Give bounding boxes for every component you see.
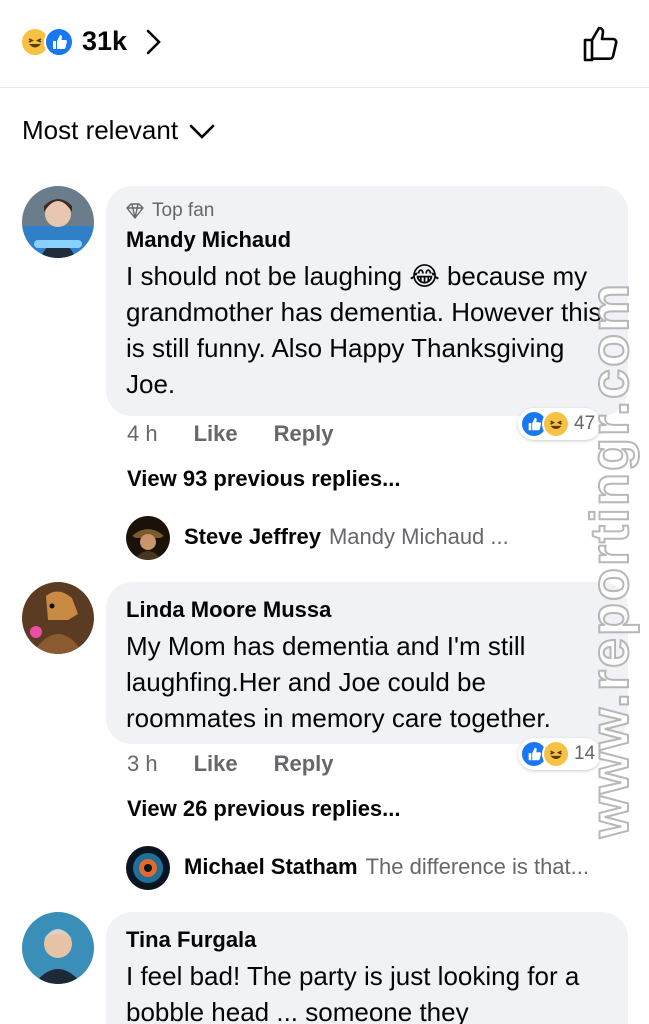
comment-author[interactable]: Linda Moore Mussa [126,596,608,624]
avatar[interactable] [22,912,94,984]
view-previous-replies[interactable]: View 93 previous replies... [127,466,401,492]
reply-preview[interactable]: Steve Jeffrey Mandy Michaud ... [126,524,509,550]
avatar[interactable] [22,186,94,258]
badge-label: Top fan [152,200,215,221]
reaction-count: 31k [82,26,128,56]
reactions-header: 31k [0,0,649,88]
reply-button[interactable]: Reply [274,421,334,447]
reply-author: Michael Statham [184,854,358,879]
diamond-icon [126,203,144,219]
comment-text: I feel bad! The party is just looking fo… [126,961,580,1024]
comment-author[interactable]: Mandy Michaud [126,226,608,254]
comment-text: I should not be laughing 😂 because my gr… [126,261,602,399]
haha-icon [542,740,570,768]
thumbs-up-outline-icon[interactable] [581,24,621,64]
view-previous-replies[interactable]: View 26 previous replies... [127,796,401,822]
watermark: www.reportingr.com [579,228,641,839]
like-button[interactable]: Like [194,751,238,777]
chevron-down-icon [189,124,215,139]
reply-author: Steve Jeffrey [184,524,321,549]
reply-snippet: Mandy Michaud ... [328,524,509,549]
comment-author[interactable]: Tina Furgala [126,926,608,954]
chevron-right-icon [146,29,161,54]
sort-label: Most relevant [22,115,179,145]
reply-snippet: The difference is that... [365,854,589,879]
comment-time: 3 h [127,751,158,776]
sort-dropdown[interactable]: Most relevant [22,115,216,146]
reply-preview[interactable]: Michael Statham The difference is that..… [126,854,589,880]
comment-bubble: Top fan Mandy Michaud I should not be la… [106,186,628,416]
comment-actions: 4 h Like Reply [127,421,370,447]
comment-bubble: Linda Moore Mussa My Mom has dementia an… [106,582,628,744]
comment-text: My Mom has dementia and I'm still laughf… [126,631,551,733]
watermark-text: www.reportingr.com [579,281,641,839]
reaction-summary[interactable]: 31k [20,26,163,57]
comment-bubble: Tina Furgala I feel bad! The party is ju… [106,912,628,1024]
haha-icon [542,410,570,438]
like-button[interactable]: Like [194,421,238,447]
like-icon [44,26,74,57]
comment-actions: 3 h Like Reply [127,751,370,777]
avatar[interactable] [22,582,94,654]
comment-time: 4 h [127,421,158,446]
top-fan-badge: Top fan [126,200,608,222]
reply-button[interactable]: Reply [274,751,334,777]
